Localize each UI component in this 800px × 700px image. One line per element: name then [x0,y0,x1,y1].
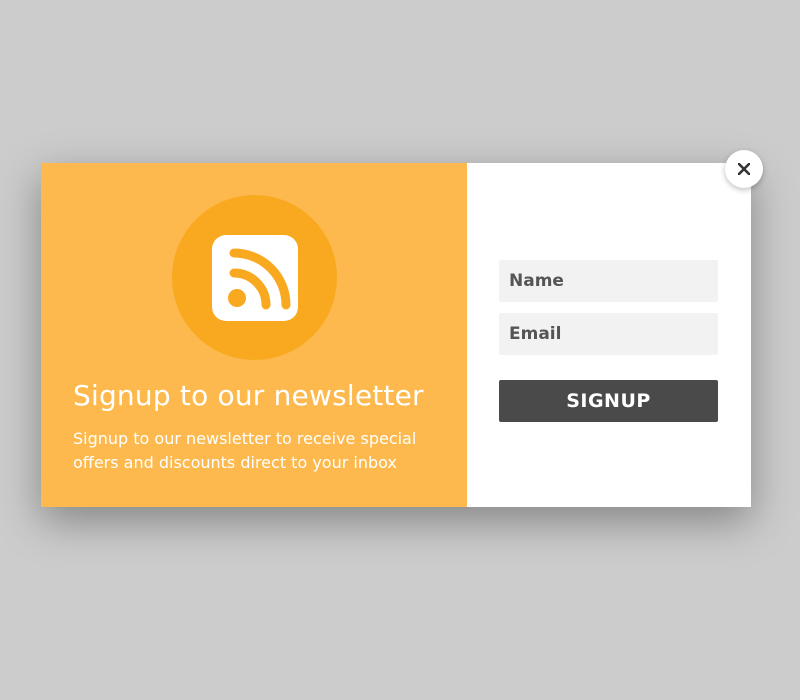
email-input[interactable] [499,313,718,355]
popup-heading: Signup to our newsletter [73,379,424,412]
rss-icon-badge [172,195,337,360]
signup-form-panel: SIGNUP [467,163,751,507]
name-input[interactable] [499,260,718,302]
popup-info-panel: Signup to our newsletter Signup to our n… [41,163,467,507]
close-icon [738,163,750,175]
newsletter-popup: Signup to our newsletter Signup to our n… [41,163,751,507]
signup-button[interactable]: SIGNUP [499,380,718,422]
popup-description: Signup to our newsletter to receive spec… [73,429,417,472]
rss-feed-icon [212,235,298,321]
close-button[interactable] [725,150,763,188]
